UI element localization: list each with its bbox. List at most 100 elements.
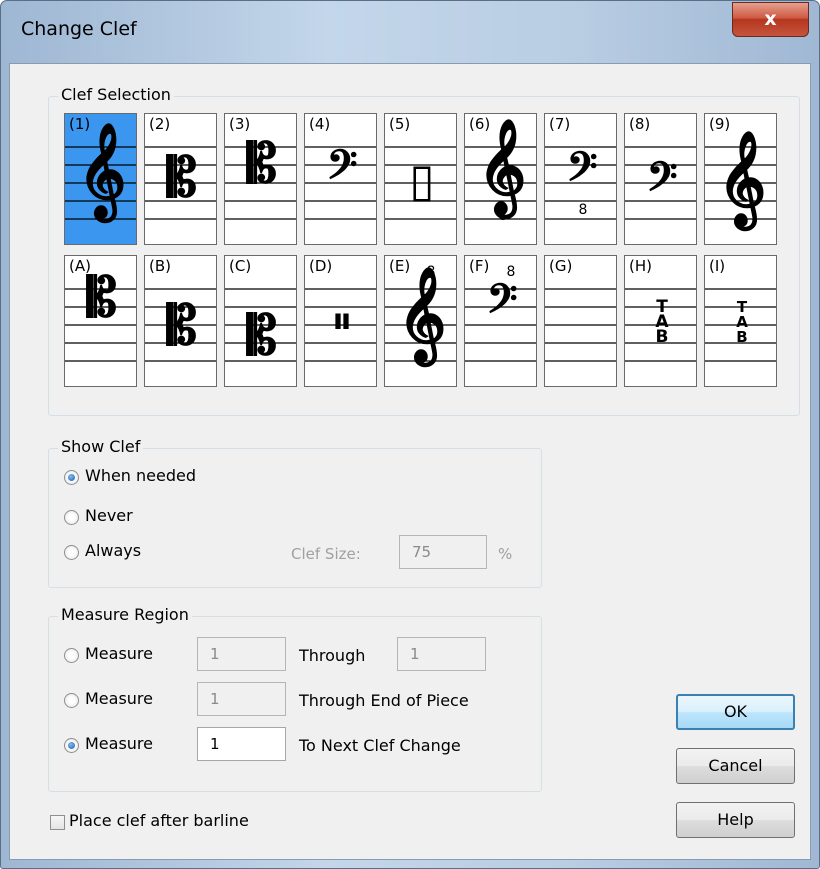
staff-icon: 𝄡	[145, 146, 216, 220]
clef-option-label: (8)	[629, 115, 651, 133]
next-clef-change-label: To Next Clef Change	[299, 736, 461, 755]
alto-clef-icon: 𝄡	[166, 146, 197, 209]
radio-dot	[68, 742, 75, 749]
close-icon: x	[764, 8, 777, 30]
cancel-button[interactable]: Cancel	[676, 748, 795, 784]
mezzo-clef-icon: 𝄡	[166, 294, 197, 357]
clef-option-label: (D)	[309, 257, 333, 275]
place-after-barline-checkbox[interactable]	[50, 815, 65, 830]
place-after-barline-label: Place clef after barline	[69, 811, 249, 830]
measure-next-radio[interactable]	[64, 738, 79, 753]
measure-next-label: Measure	[85, 734, 153, 753]
change-clef-dialog: Change Clef x Clef Selection 𝄞 (1) 𝄡 (2) 𝄡 (3…	[0, 0, 820, 869]
never-label: Never	[85, 506, 133, 525]
clef-selection-label: Clef Selection	[58, 85, 174, 104]
dialog-body: Clef Selection 𝄞 (1) 𝄡 (2) 𝄡 (3) 𝄢 (4) ▯ (5) 𝄞 8 (6)…	[9, 63, 811, 860]
staff-icon: 𝄢	[305, 142, 376, 220]
measure-end-radio[interactable]	[64, 693, 79, 708]
clef-option-label: (3)	[229, 115, 251, 133]
bass-8va-clef-icon: 𝄢	[487, 276, 518, 332]
staff-icon: ▯	[385, 146, 456, 220]
clef-option-1[interactable]: 𝄞 (1)	[64, 113, 137, 245]
close-button[interactable]: x	[732, 2, 809, 37]
bass-8vb-clef-icon: 𝄢	[567, 144, 598, 200]
show-clef-label: Show Clef	[58, 437, 144, 456]
staff-icon: 𝄥	[305, 288, 376, 362]
clef-option-17[interactable]: T A B (H)	[624, 255, 697, 387]
clef-option-label: (6)	[469, 115, 491, 133]
measure-through-label: Measure	[85, 644, 153, 663]
measure-region-label: Measure Region	[58, 605, 192, 624]
clef-option-label: (B)	[149, 257, 171, 275]
clef-option-label: (I)	[709, 257, 726, 275]
staff-icon	[545, 288, 616, 362]
measure-to-field[interactable]: 1	[397, 637, 486, 671]
octave-above-marker: 8	[427, 264, 436, 280]
clef-option-4[interactable]: 𝄢 (4)	[304, 113, 377, 245]
clef-option-label: (A)	[69, 257, 91, 275]
french-violin-clef-icon: 𝄞	[718, 130, 766, 232]
soprano-c-clef-icon: 𝄡	[86, 266, 117, 329]
octave-below-marker: 8	[579, 202, 588, 218]
staff-icon: 𝄞8	[385, 264, 456, 368]
clef-option-label: (H)	[629, 257, 652, 275]
staff-icon: TAB	[705, 288, 776, 362]
measure-end-field[interactable]: 1	[197, 682, 286, 716]
clef-option-label: (4)	[309, 115, 331, 133]
measure-next-field[interactable]: 1	[197, 727, 286, 761]
clef-option-3[interactable]: 𝄡 (3)	[224, 113, 297, 245]
clef-size-field[interactable]: 75	[399, 535, 487, 569]
treble-8va-clef-icon: 𝄞	[398, 266, 446, 368]
clef-option-13[interactable]: 𝄥 (D)	[304, 255, 377, 387]
staff-icon: 𝄞8	[465, 118, 536, 224]
clef-option-2[interactable]: 𝄡 (2)	[144, 113, 217, 245]
always-label: Always	[85, 541, 142, 560]
octave-above-marker: 8	[507, 264, 516, 280]
through-end-label: Through End of Piece	[299, 691, 469, 710]
staff-icon: TAB	[625, 288, 696, 362]
clef-option-16[interactable]: (G)	[544, 255, 617, 387]
clef-option-11[interactable]: 𝄡 (B)	[144, 255, 217, 387]
title-bar[interactable]: Change Clef x	[1, 1, 819, 63]
treble-clef-icon: 𝄞	[78, 122, 126, 224]
clef-option-label: (G)	[549, 257, 573, 275]
staff-icon: 𝄡	[65, 266, 136, 362]
always-radio[interactable]	[64, 545, 79, 560]
baritone-bass-clef-icon: 𝄢	[647, 154, 678, 210]
staff-icon: 𝄡	[225, 288, 296, 367]
clef-option-6[interactable]: 𝄞 8 (6)	[464, 113, 537, 245]
radio-dot	[68, 474, 75, 481]
never-radio[interactable]	[64, 510, 79, 525]
clef-option-label: (E)	[389, 257, 411, 275]
bass-clef-icon: 𝄢	[327, 142, 358, 198]
help-button[interactable]: Help	[676, 802, 795, 838]
clef-option-10[interactable]: 𝄡 (A)	[64, 255, 137, 387]
clef-option-14[interactable]: 𝄞 8 (E)	[384, 255, 457, 387]
tenor-clef-icon: 𝄡	[246, 132, 277, 195]
clef-option-label: (2)	[149, 115, 171, 133]
clef-option-9[interactable]: 𝄞 (9)	[704, 113, 777, 245]
clef-option-15[interactable]: 𝄢 8 (F)	[464, 255, 537, 387]
clef-size-unit: %	[498, 545, 513, 563]
clef-option-8[interactable]: 𝄢 (8)	[624, 113, 697, 245]
clef-option-7[interactable]: 𝄢 8 (7)	[544, 113, 617, 245]
ok-button[interactable]: OK	[676, 694, 795, 730]
measure-through-radio[interactable]	[64, 648, 79, 663]
staff-icon: 𝄞	[705, 130, 776, 232]
measure-from-field[interactable]: 1	[197, 637, 286, 671]
clef-option-label: (C)	[229, 257, 252, 275]
octave-below-marker: 8	[499, 208, 508, 224]
staff-icon: 𝄢8	[545, 144, 616, 220]
clef-option-5[interactable]: ▯ (5)	[384, 113, 457, 245]
measure-end-label: Measure	[85, 689, 153, 708]
percussion-bars-icon: 𝄥	[335, 300, 349, 346]
when-needed-radio[interactable]	[64, 470, 79, 485]
clef-size-label: Clef Size:	[291, 545, 361, 563]
when-needed-label: When needed	[85, 466, 197, 485]
clef-option-label: (5)	[389, 115, 411, 133]
clef-option-12[interactable]: 𝄡 (C)	[224, 255, 297, 387]
clef-option-18[interactable]: T A B (I)	[704, 255, 777, 387]
staff-icon: 𝄢8	[465, 264, 536, 362]
treble-8vb-clef-icon: 𝄞	[478, 118, 526, 220]
tab-clef-icon: B	[656, 327, 669, 347]
